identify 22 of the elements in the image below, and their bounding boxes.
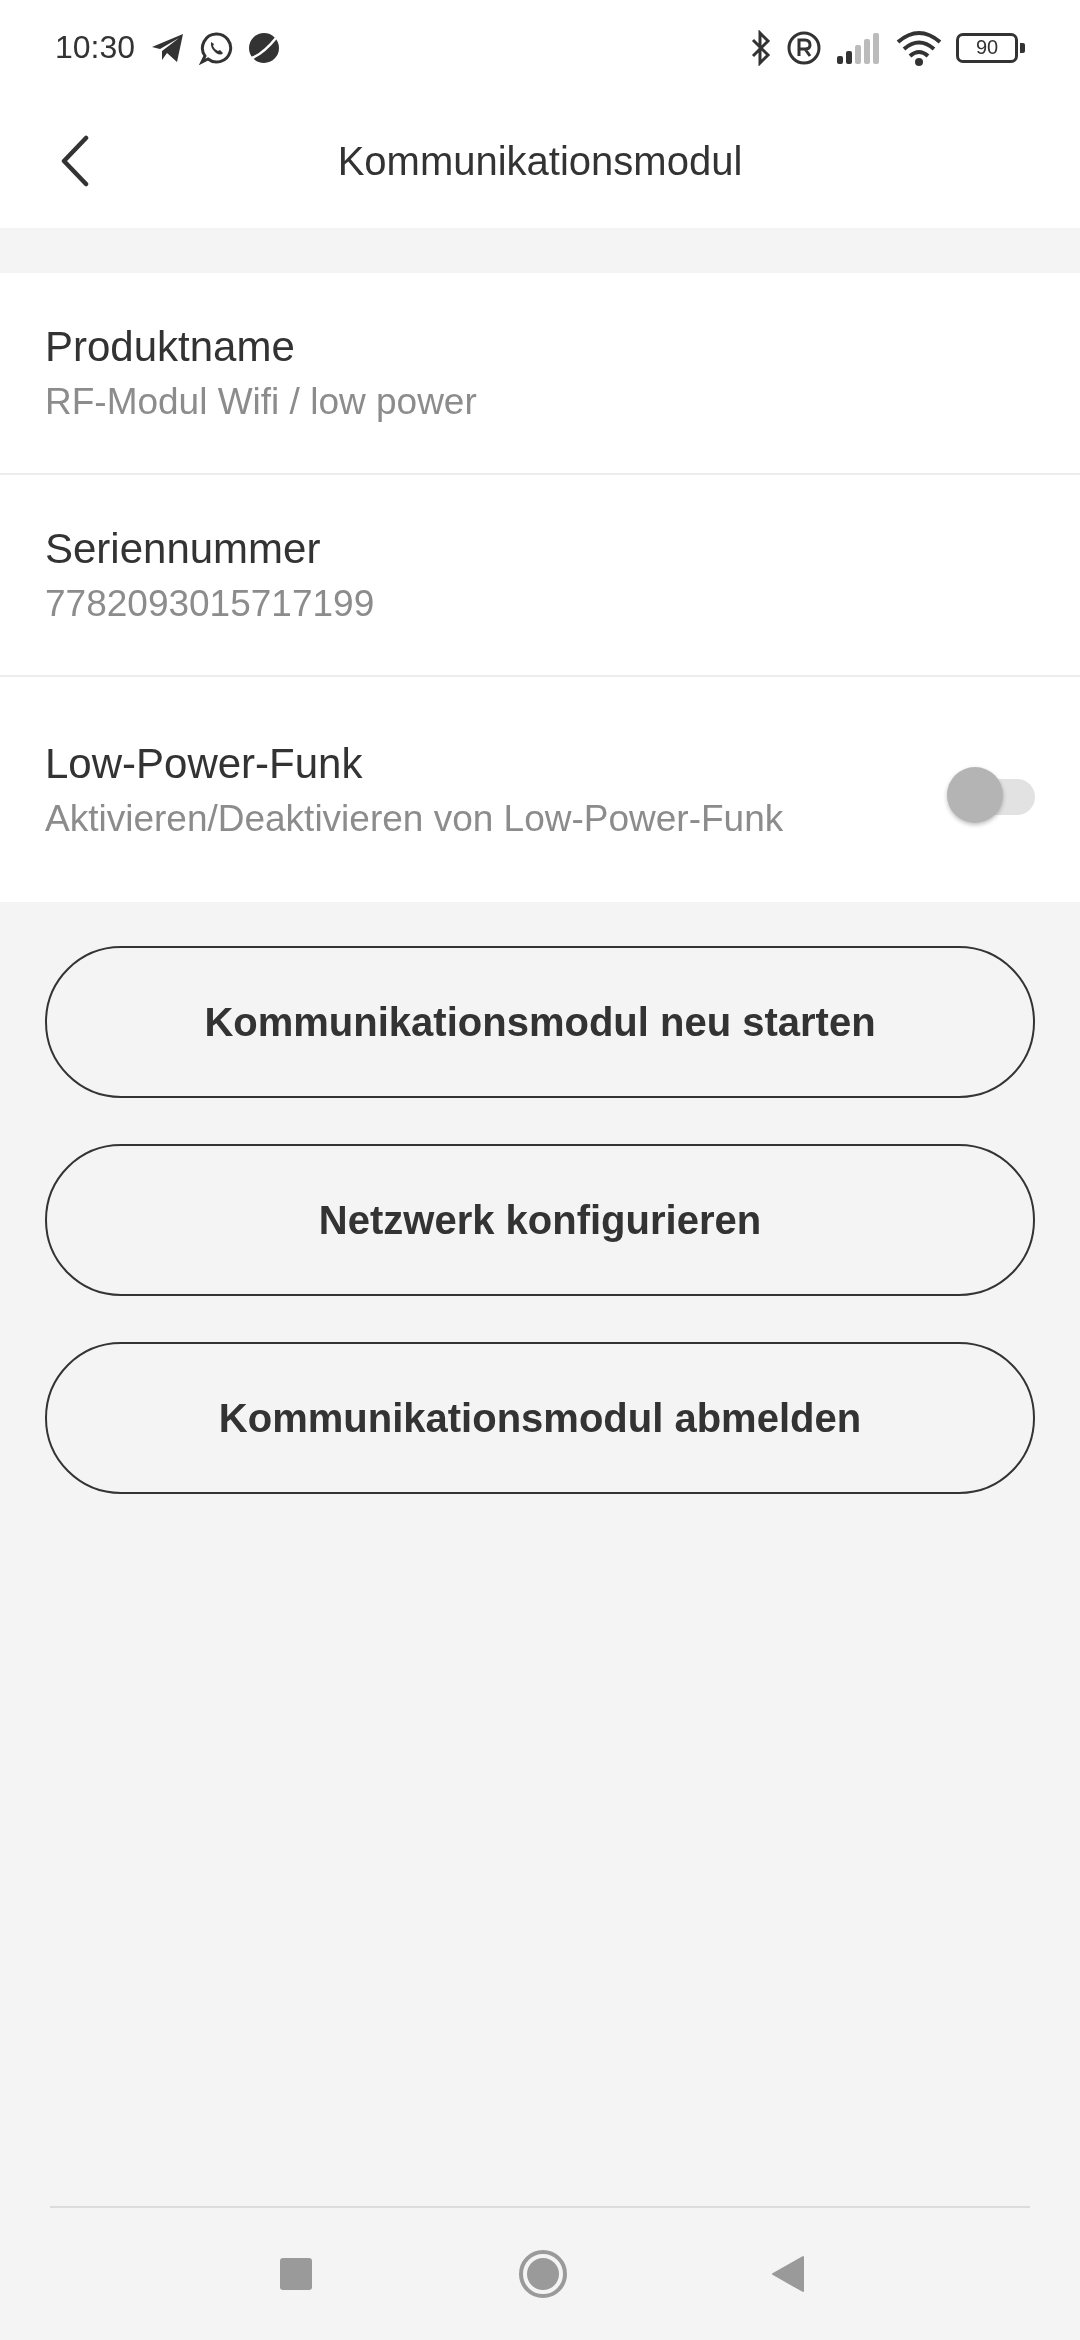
chat-bubble-icon [199, 30, 234, 65]
setting-title: Seriennummer [45, 525, 322, 573]
setting-title: Low-Power-Funk [45, 739, 364, 788]
page-title: Kommunikationsmodul [337, 139, 743, 184]
recents-icon[interactable] [278, 2256, 314, 2292]
action-button[interactable]: Kommunikationsmodul abmelden [45, 1342, 1035, 1494]
back-triangle-icon[interactable] [771, 2255, 805, 2293]
setting-value: 7782093015717199 [45, 583, 376, 625]
paper-plane-icon [151, 32, 186, 63]
action-button[interactable]: Netzwerk konfigurieren [45, 1144, 1035, 1296]
setting-value: Aktivieren/Deaktivieren von Low-Power-Funk [45, 797, 785, 840]
home-icon[interactable] [517, 2249, 568, 2299]
planet-icon [247, 30, 282, 65]
bluetooth-icon [750, 29, 772, 66]
status-time: 10:30 [55, 29, 136, 66]
setting-value: RF-Modul Wifi / low power [45, 381, 478, 423]
wifi-icon [896, 29, 942, 66]
setting-title: Produktname [45, 323, 296, 371]
roaming-icon [786, 29, 822, 66]
signal-icon [836, 31, 882, 64]
action-button[interactable]: Kommunikationsmodul neu starten [45, 946, 1035, 1098]
back-icon[interactable] [60, 135, 90, 187]
